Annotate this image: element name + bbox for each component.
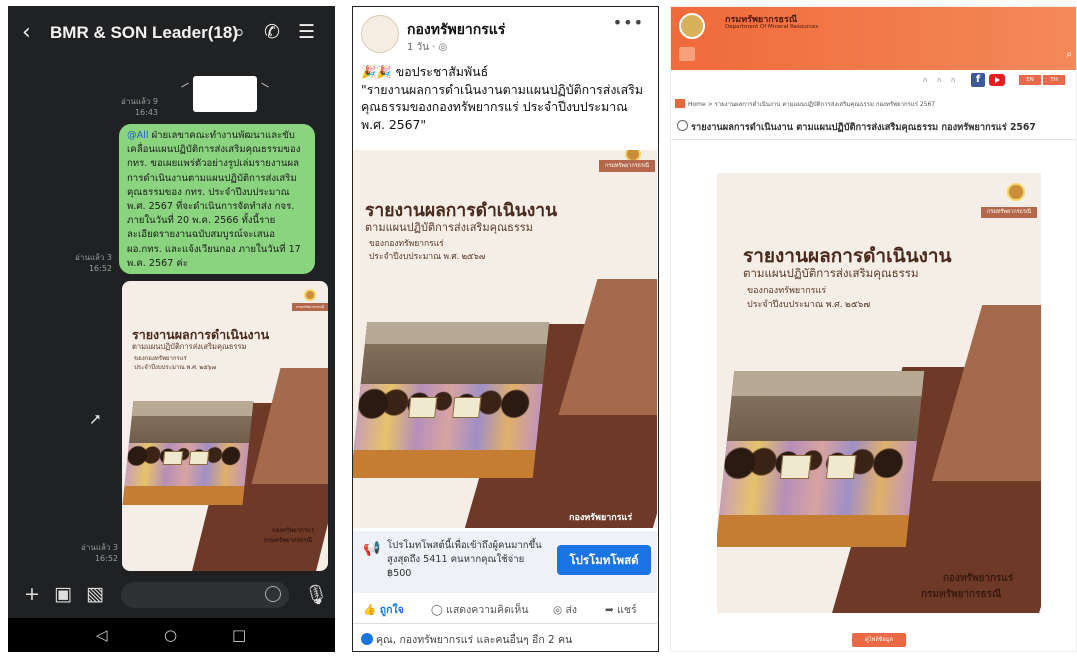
mic-icon[interactable]: 🎙 bbox=[304, 583, 328, 606]
search-icon[interactable]: ⌕ bbox=[1066, 49, 1072, 60]
back-icon[interactable]: ‹ bbox=[22, 20, 31, 45]
seal-icon bbox=[1007, 183, 1025, 201]
more-options-icon[interactable]: ••• bbox=[613, 13, 644, 32]
lang-th-button[interactable]: TH bbox=[1043, 75, 1065, 85]
message-input-bar: + ▣ ▧ 🎙 bbox=[8, 573, 335, 615]
comment-icon: ◯ bbox=[431, 604, 443, 616]
sticker-message[interactable] bbox=[193, 76, 257, 112]
font-size-small[interactable]: ก bbox=[923, 75, 927, 86]
menu-icon[interactable]: ☰ bbox=[298, 21, 315, 43]
nav-back-icon[interactable]: ◁ bbox=[96, 626, 108, 644]
promo-text: โปรโมทโพสต์นี้เพื่อเข้าถึงผู้คนมากขึ้นสู… bbox=[387, 540, 542, 579]
plus-icon[interactable]: + bbox=[24, 583, 40, 605]
message-text: ฝ่ายเลขาคณะทำงานพัฒนาและขับเคลื่อนแผนปฏิ… bbox=[127, 130, 301, 269]
post-image[interactable]: กรมทรัพยากรธรณี รายงานผลการดำเนินงาน ตาม… bbox=[353, 150, 657, 528]
doc-icon bbox=[677, 120, 688, 131]
messenger-icon: ◎ bbox=[553, 604, 563, 616]
view-file-button[interactable]: ดูไฟล์ข้อมูล bbox=[852, 633, 906, 647]
share-button[interactable]: ➦ แชร์ bbox=[605, 601, 637, 618]
message-input[interactable] bbox=[121, 582, 289, 608]
facebook-post: กองทรัพยากรแร่ 1 วัน · ◎ ••• 🎉🎉 ขอประชาส… bbox=[352, 6, 659, 652]
promote-post-button[interactable]: โปรโมทโพสต์ bbox=[557, 545, 651, 575]
group-photo bbox=[717, 371, 925, 547]
page-avatar[interactable] bbox=[361, 15, 399, 53]
cover-year: ประจำปีงบประมาณ พ.ศ. ๒๕๖๗ bbox=[134, 365, 217, 371]
cover-footer-1: กองทรัพยากรแร่ bbox=[943, 573, 1014, 584]
youtube-icon[interactable] bbox=[989, 74, 1005, 86]
send-button[interactable]: ◎ ส่ง bbox=[553, 601, 577, 618]
comment-button[interactable]: ◯ แสดงความคิดเห็น bbox=[431, 601, 529, 618]
cover-tag: กรมทรัพยากรธรณี bbox=[981, 207, 1037, 218]
like-reaction-icon bbox=[361, 633, 373, 645]
group-photo bbox=[122, 401, 254, 505]
hamburger-menu-icon[interactable] bbox=[679, 47, 695, 61]
gallery-icon[interactable]: ▧ bbox=[86, 583, 104, 605]
cover-tag: กรมทรัพยากรธรณี bbox=[292, 303, 328, 311]
read-receipt: อ่านแล้ว 3 16:52 bbox=[81, 543, 118, 563]
cover-tag: กรมทรัพยากรธรณี bbox=[599, 160, 655, 172]
android-nav-bar: ◁ ○ □ bbox=[8, 618, 335, 652]
font-size-large[interactable]: ก bbox=[951, 75, 955, 86]
report-cover-image[interactable]: กรมทรัพยากรธรณี รายงานผลการดำเนินงาน ตาม… bbox=[717, 173, 1041, 613]
cover-org: ของกองทรัพยากรแร่ bbox=[747, 285, 827, 295]
emoji-icon[interactable] bbox=[265, 586, 281, 602]
dmr-website: กรมทรัพยากรธรณี Department Of Mineral Re… bbox=[670, 6, 1077, 652]
breadcrumb: Home > รายงานผลการดำเนินงาน ตามแผนปฏิบัต… bbox=[675, 99, 935, 109]
post-actions: 👍 ถูกใจ ◯ แสดงความคิดเห็น ◎ ส่ง ➦ แชร์ bbox=[353, 597, 657, 624]
megaphone-icon: 📢 bbox=[363, 541, 381, 557]
page-name[interactable]: กองทรัพยากรแร่ bbox=[407, 19, 505, 41]
home-icon[interactable] bbox=[675, 99, 685, 108]
page-title: รายงานผลการดำเนินงาน ตามแผนปฏิบัติการส่ง… bbox=[677, 120, 1036, 135]
text-message-bubble[interactable]: @All ฝ่ายเลขาคณะทำงานพัฒนาและขับเคลื่อนแ… bbox=[119, 124, 315, 274]
report-cover: กรมทรัพยากรธรณี รายงานผลการดำเนินงาน ตาม… bbox=[717, 173, 1041, 613]
line-chat-screen: ‹ BMR & SON Leader(18) ⌕ ✆ ☰ อ่านแล้ว 91… bbox=[8, 6, 335, 652]
cover-footer-2: กรมทรัพยากรธรณี bbox=[264, 538, 313, 544]
nav-recent-icon[interactable]: □ bbox=[232, 626, 246, 644]
thumbs-up-icon: 👍 bbox=[363, 604, 377, 616]
report-cover-thumbnail: กรมทรัพยากรธรณี รายงานผลการดำเนินงาน ตาม… bbox=[122, 281, 328, 571]
share-icon: ➦ bbox=[605, 604, 614, 616]
phone-icon[interactable]: ✆ bbox=[264, 21, 280, 43]
globe-icon: ◎ bbox=[438, 42, 448, 53]
font-size-medium[interactable]: ก bbox=[937, 75, 941, 86]
post-time: 1 วัน · ◎ bbox=[407, 42, 448, 53]
facebook-icon[interactable]: f bbox=[971, 73, 985, 87]
reaction-summary[interactable]: คุณ, กองทรัพยากรแร่ และคนอื่นๆ อีก 2 คน bbox=[361, 631, 572, 648]
group-photo bbox=[353, 322, 550, 478]
cover-subtitle: ตามแผนปฏิบัติการส่งเสริมคุณธรรม bbox=[132, 342, 247, 351]
lang-en-button[interactable]: EN bbox=[1019, 75, 1041, 85]
toolbar: ก ก ก f EN TH bbox=[671, 70, 1076, 94]
site-name-en: Department Of Mineral Resources bbox=[725, 24, 819, 30]
cover-subtitle: ตามแผนปฏิบัติการส่งเสริมคุณธรรม bbox=[743, 268, 919, 280]
cover-year: ประจำปีงบประมาณ พ.ศ. ๒๕๖๗ bbox=[747, 299, 871, 309]
seal-icon bbox=[304, 289, 316, 301]
cover-year: ประจำปีงบประมาณ พ.ศ. ๒๕๖๗ bbox=[369, 251, 486, 261]
divider bbox=[671, 139, 1076, 140]
post-text: 🎉🎉 ขอประชาสัมพันธ์ "รายงานผลการดำเนินงาน… bbox=[361, 64, 644, 132]
read-receipt: อ่านแล้ว 3 16:52 bbox=[75, 253, 112, 273]
dmr-logo-icon[interactable] bbox=[679, 13, 705, 39]
cover-footer-1: กองทรัพยากรแร่ bbox=[272, 528, 315, 534]
read-receipt: อ่านแล้ว 9 16:43 bbox=[121, 97, 158, 117]
mention-all[interactable]: @All bbox=[127, 130, 149, 141]
share-icon[interactable]: ⭧ bbox=[90, 410, 100, 430]
camera-icon[interactable]: ▣ bbox=[54, 583, 72, 605]
promote-banner: 📢 โปรโมทโพสต์นี้เพื่อเข้าถึงผู้คนมากขึ้น… bbox=[353, 531, 657, 593]
cover-footer-2: กรมทรัพยากรธรณี bbox=[921, 589, 1002, 600]
like-button[interactable]: 👍 ถูกใจ bbox=[363, 601, 404, 618]
report-cover: กรมทรัพยากรธรณี รายงานผลการดำเนินงาน ตาม… bbox=[353, 150, 657, 528]
cover-org: ของกองทรัพยากรแร่ bbox=[369, 238, 444, 248]
chat-title: BMR & SON Leader(18) bbox=[50, 23, 238, 42]
search-icon[interactable]: ⌕ bbox=[234, 21, 245, 43]
nav-home-icon[interactable]: ○ bbox=[164, 626, 177, 644]
cover-footer-1: กองทรัพยากรแร่ bbox=[569, 512, 633, 522]
image-message[interactable]: กรมทรัพยากรธรณี รายงานผลการดำเนินงาน ตาม… bbox=[122, 281, 328, 571]
cover-subtitle: ตามแผนปฏิบัติการส่งเสริมคุณธรรม bbox=[365, 222, 533, 234]
